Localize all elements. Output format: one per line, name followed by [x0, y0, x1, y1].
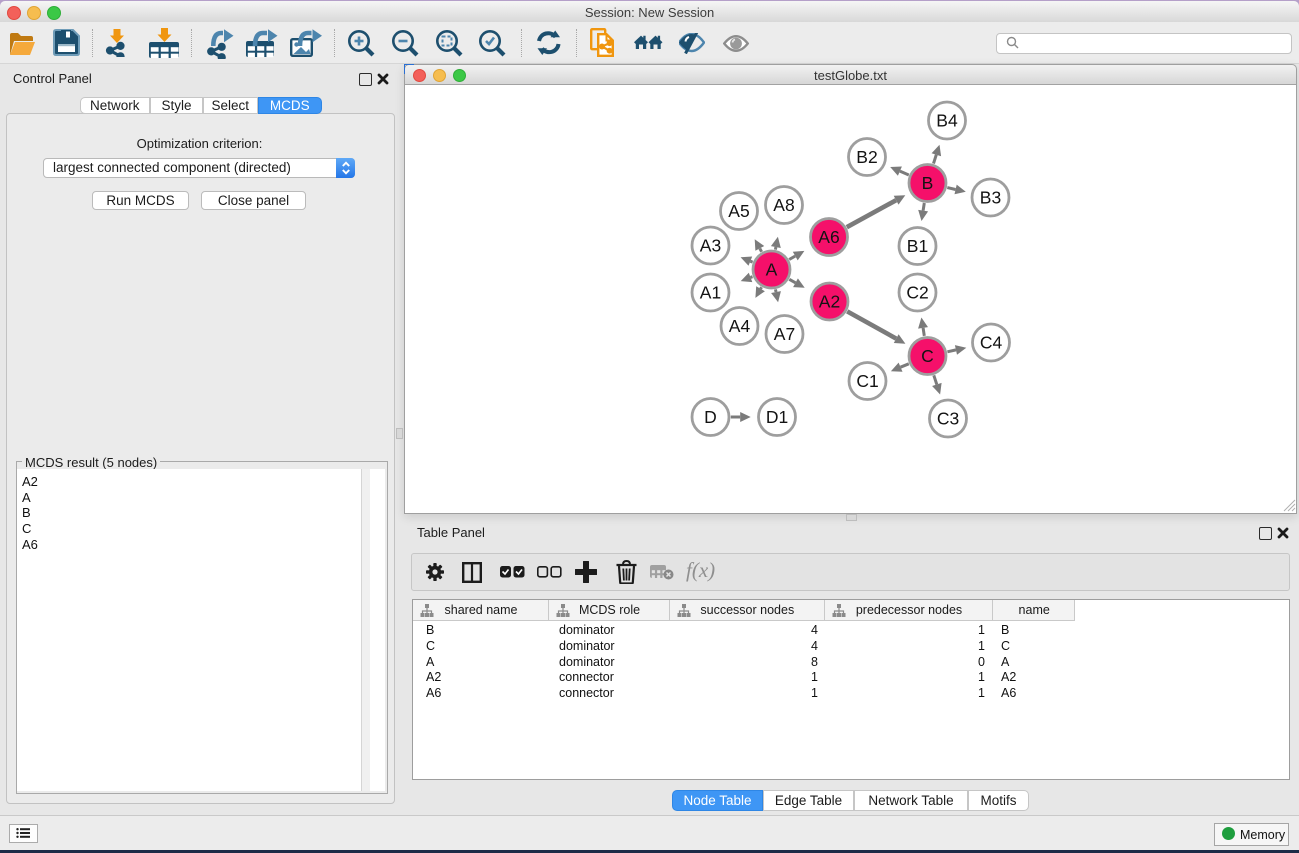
- svg-text:A4: A4: [729, 316, 751, 336]
- svg-text:A1: A1: [700, 283, 721, 303]
- svg-text:C4: C4: [980, 333, 1003, 353]
- svg-text:C3: C3: [937, 409, 959, 429]
- svg-text:B1: B1: [907, 236, 928, 256]
- svg-text:A2: A2: [819, 292, 840, 312]
- svg-text:B2: B2: [856, 147, 877, 167]
- svg-text:C1: C1: [856, 371, 878, 391]
- svg-text:A7: A7: [774, 324, 795, 344]
- svg-text:B: B: [922, 173, 934, 193]
- svg-text:C: C: [921, 346, 934, 366]
- svg-text:A6: A6: [818, 227, 839, 247]
- svg-text:A8: A8: [773, 195, 794, 215]
- svg-text:B4: B4: [936, 111, 958, 131]
- svg-text:A: A: [766, 260, 778, 280]
- svg-text:A5: A5: [728, 201, 749, 221]
- svg-text:A3: A3: [700, 236, 721, 256]
- svg-text:C2: C2: [906, 283, 928, 303]
- svg-text:D: D: [704, 407, 717, 427]
- svg-text:B3: B3: [980, 188, 1001, 208]
- svg-text:D1: D1: [766, 407, 788, 427]
